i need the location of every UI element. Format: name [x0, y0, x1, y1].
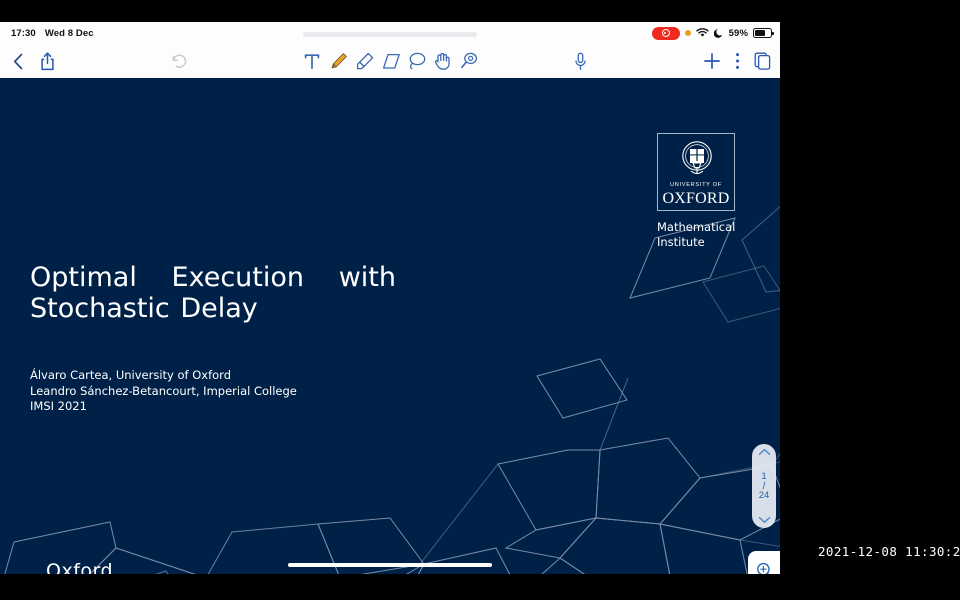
status-date: Wed 8 Dec	[45, 28, 94, 39]
oxford-crest-box: UNIVERSITY OF OXFORD	[657, 133, 735, 211]
logo-institute-name: Mathematical Institute	[657, 220, 735, 250]
home-indicator[interactable]	[288, 563, 492, 568]
slide-title-line-2: Stochastic Delay	[30, 293, 402, 324]
wifi-icon	[696, 28, 709, 38]
magnifier-plus-icon	[755, 561, 775, 574]
slide-footer-partial-text: Oxford	[46, 560, 113, 574]
text-tool-icon[interactable]	[298, 44, 326, 78]
three-dot-menu-icon	[735, 52, 740, 70]
title-word-2: Execution	[172, 262, 305, 293]
pages-button[interactable]	[748, 44, 776, 78]
zoom-panel[interactable]	[748, 551, 780, 574]
undo-icon	[171, 54, 188, 69]
page-navigator[interactable]: 1 / 24	[752, 444, 776, 528]
title-word-1: Optimal	[30, 262, 137, 293]
status-time: 17:30	[11, 28, 36, 39]
share-icon	[40, 52, 55, 71]
author-line-2: Leandro Sánchez-Betancourt, Imperial Col…	[30, 384, 297, 400]
microphone-icon	[574, 52, 587, 71]
app-toolbar	[0, 44, 780, 79]
page-indicator: 1 / 24	[759, 472, 770, 501]
moon-do-not-disturb-icon	[714, 28, 724, 38]
status-bar-right: 59%	[652, 27, 772, 40]
orange-privacy-dot-icon	[685, 30, 691, 36]
battery-percentage: 59%	[729, 28, 748, 39]
pages-copy-icon	[754, 52, 771, 70]
slide-title: Optimal Execution with Stochastic Delay	[30, 262, 402, 324]
status-bar-left: 17:30 Wed 8 Dec	[11, 28, 94, 39]
battery-icon	[753, 28, 772, 38]
page-down-button[interactable]	[758, 516, 771, 524]
page-up-button[interactable]	[758, 448, 771, 456]
plus-icon	[703, 52, 721, 70]
total-page-count: 24	[759, 491, 770, 501]
logo-university-line: UNIVERSITY OF	[658, 182, 734, 188]
slide-title-line-1: Optimal Execution with	[30, 262, 396, 293]
institute-line-2: Institute	[657, 235, 735, 250]
multitasking-drag-handle[interactable]	[303, 32, 477, 37]
share-button[interactable]	[34, 44, 60, 78]
status-bar: 17:30 Wed 8 Dec	[0, 22, 780, 44]
slide-authors: Álvaro Cartea, University of Oxford Lean…	[30, 368, 297, 415]
undo-button[interactable]	[166, 44, 192, 78]
back-button[interactable]	[6, 44, 30, 78]
slide-canvas[interactable]: UNIVERSITY OF OXFORD Mathematical Instit…	[0, 78, 780, 574]
screen-root: 17:30 Wed 8 Dec	[0, 0, 960, 600]
back-chevron-icon	[13, 53, 24, 70]
microphone-button[interactable]	[566, 44, 594, 78]
add-button[interactable]	[698, 44, 726, 78]
oxford-crest-icon	[677, 139, 717, 181]
magnifier-tool-icon[interactable]	[454, 44, 484, 78]
institute-line-1: Mathematical	[657, 220, 735, 235]
conference-line: IMSI 2021	[30, 399, 297, 415]
current-page-number: 1	[761, 472, 766, 482]
oxford-logo: UNIVERSITY OF OXFORD Mathematical Instit…	[657, 133, 735, 250]
screen-recording-icon[interactable]	[652, 27, 680, 40]
ipad-device-screen: 17:30 Wed 8 Dec	[0, 22, 780, 574]
logo-wordmark: OXFORD	[658, 190, 734, 208]
more-options-button[interactable]	[726, 44, 748, 78]
title-word-3: with	[339, 262, 396, 293]
recording-timestamp: 2021-12-08 11:30:22	[818, 544, 960, 559]
author-line-1: Álvaro Cartea, University of Oxford	[30, 368, 297, 384]
